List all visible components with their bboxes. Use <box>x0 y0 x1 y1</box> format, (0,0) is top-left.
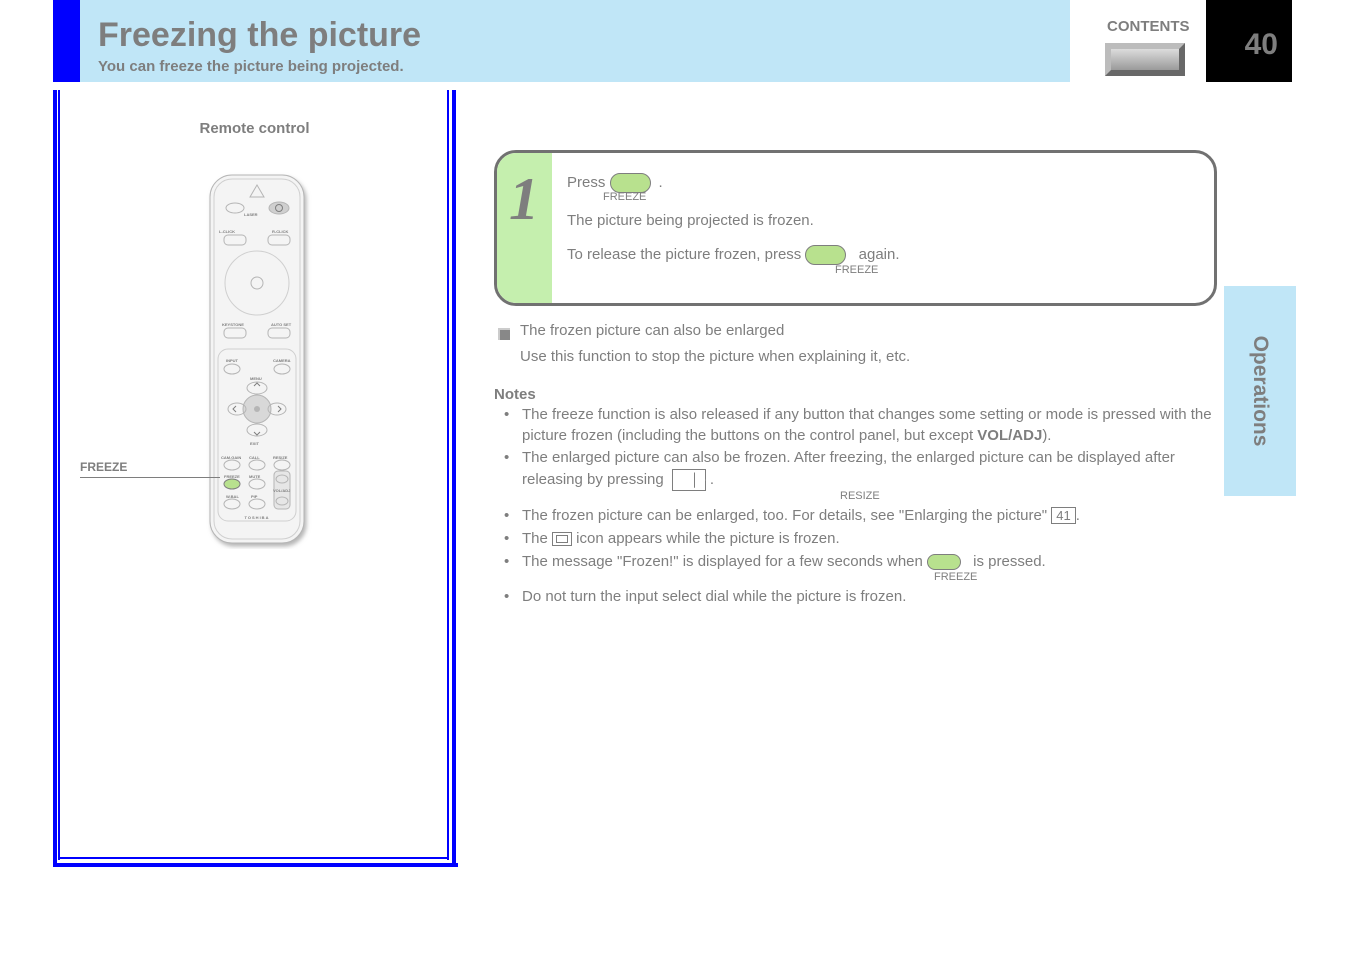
page-ref: 41 <box>1051 507 1075 524</box>
frame-left-inner <box>58 90 60 860</box>
svg-text:R-CLICK: R-CLICK <box>272 229 289 234</box>
remote-brand: TOSHIBA <box>245 515 270 520</box>
note-item-3: The frozen picture can be enlarged, too.… <box>516 506 1219 527</box>
svg-text:CAMERA: CAMERA <box>273 358 291 363</box>
frame-left <box>53 90 57 867</box>
svg-text:AUTO SET: AUTO SET <box>271 322 292 327</box>
bullet-icon <box>498 328 510 340</box>
step-box: 1 Press . FREEZE The picture being proje… <box>494 150 1217 306</box>
svg-text:MUTE: MUTE <box>249 474 261 479</box>
step-number: 1 <box>509 165 539 234</box>
page-subtitle: You can freeze the picture being project… <box>98 58 404 75</box>
svg-text:W.BAL: W.BAL <box>226 494 239 499</box>
resize-icon <box>672 469 706 491</box>
svg-text:KEYSTONE: KEYSTONE <box>222 322 244 327</box>
svg-text:EXIT: EXIT <box>250 441 259 446</box>
bullet-heading: The frozen picture can also be enlarged <box>520 322 784 339</box>
freeze-pill-label: FREEZE <box>603 190 1194 205</box>
contents-button[interactable] <box>1105 43 1185 76</box>
header-spine <box>53 0 80 82</box>
section-tab-label: Operations <box>1248 336 1272 447</box>
svg-text:CAM.GAIN: CAM.GAIN <box>221 455 241 460</box>
note-item-4: The icon appears while the picture is fr… <box>516 529 1219 550</box>
notes-title: Notes <box>494 386 1219 403</box>
step-line1-suffix: . <box>659 174 663 191</box>
page-number: 40 <box>1245 28 1278 62</box>
frame-bottom <box>53 863 458 867</box>
svg-text:L-CLICK: L-CLICK <box>219 229 235 234</box>
remote-caption: Remote control <box>82 120 427 137</box>
frame-bottom-inner <box>58 857 449 859</box>
notes-block: Notes The freeze function is also releas… <box>494 386 1219 610</box>
continue-label: CONTENTS <box>1107 18 1190 35</box>
note-item-5: The message "Frozen!" is displayed for a… <box>516 552 1219 586</box>
note-item-1: The freeze function is also released if … <box>516 405 1219 446</box>
note-item-6: Do not turn the input select dial while … <box>516 587 1219 608</box>
step-body: Press . FREEZE The picture being project… <box>567 173 1194 277</box>
remote-control-diagram: LASER L-CLICK R-CLICK KEYSTONE AUTO SET … <box>202 171 312 549</box>
note-item-2: The enlarged picture can also be frozen.… <box>516 448 1219 504</box>
step-line1-prefix: Press <box>567 174 605 191</box>
frame-divider <box>452 90 456 867</box>
svg-text:VOL/ADJ: VOL/ADJ <box>273 488 290 493</box>
step-line3a: To release the picture frozen, press <box>567 246 801 263</box>
svg-text:FREEZE: FREEZE <box>224 474 240 479</box>
svg-text:CALL: CALL <box>249 455 260 460</box>
svg-text:INPUT: INPUT <box>226 358 239 363</box>
frame-divider-inner <box>447 90 449 860</box>
svg-text:LASER: LASER <box>244 212 258 217</box>
page-title: Freezing the picture <box>98 16 421 55</box>
freeze-callout: FREEZE <box>80 460 127 474</box>
step-line2: The picture being projected is frozen. <box>567 211 1194 231</box>
svg-text:PIP: PIP <box>251 494 258 499</box>
callout-line <box>80 477 220 478</box>
svg-text:MENU: MENU <box>250 376 262 381</box>
section-tab: Operations <box>1224 286 1296 496</box>
bullet-lead: Use this function to stop the picture wh… <box>520 348 910 365</box>
step-line3b: again. <box>859 246 900 263</box>
freeze-button-icon-3 <box>927 554 961 570</box>
svg-text:RESIZE: RESIZE <box>273 455 288 460</box>
